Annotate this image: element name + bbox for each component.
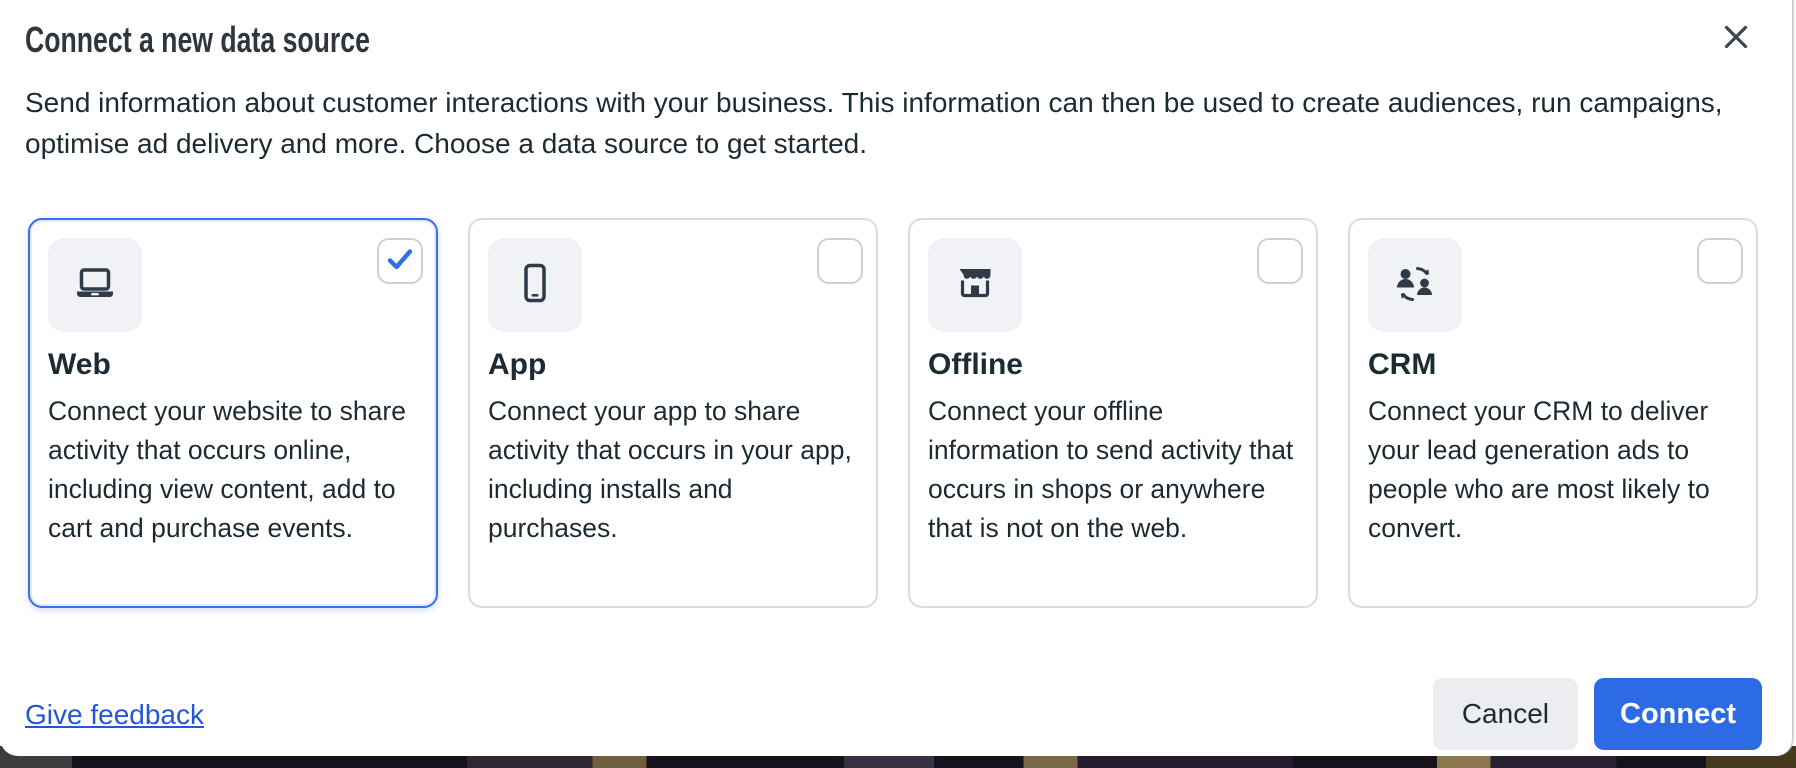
card-description: Connect your app to share activity that … (488, 392, 858, 548)
icon-tile (488, 238, 582, 332)
card-title: Offline (928, 346, 1298, 384)
checkbox-web-checked[interactable] (377, 238, 423, 284)
laptop-icon (71, 259, 119, 312)
data-source-cards: Web Connect your website to share activi… (28, 218, 1758, 608)
icon-tile (928, 238, 1022, 332)
connect-button[interactable]: Connect (1594, 678, 1762, 750)
page-title: Connect a new data source (25, 20, 491, 60)
cancel-button[interactable]: Cancel (1433, 678, 1578, 750)
icon-tile (48, 238, 142, 332)
card-web[interactable]: Web Connect your website to share activi… (28, 218, 438, 608)
icon-tile (1368, 238, 1462, 332)
card-offline[interactable]: Offline Connect your offline information… (908, 218, 1318, 608)
card-title: CRM (1368, 346, 1738, 384)
people-sync-icon (1391, 259, 1439, 312)
close-icon (1719, 20, 1753, 57)
card-app[interactable]: App Connect your app to share activity t… (468, 218, 878, 608)
checkbox-offline-unchecked[interactable] (1257, 238, 1303, 284)
storefront-icon (951, 259, 999, 312)
close-button[interactable] (1716, 18, 1756, 58)
card-title: App (488, 346, 858, 384)
footer-buttons: Cancel Connect (1433, 678, 1762, 750)
dialog-description: Send information about customer interact… (25, 82, 1773, 164)
card-crm[interactable]: CRM Connect your CRM to deliver your lea… (1348, 218, 1758, 608)
checkbox-app-unchecked[interactable] (817, 238, 863, 284)
check-icon (383, 242, 417, 281)
checkbox-crm-unchecked[interactable] (1697, 238, 1743, 284)
card-title: Web (48, 346, 418, 384)
card-description: Connect your website to share activity t… (48, 392, 418, 548)
card-description: Connect your CRM to deliver your lead ge… (1368, 392, 1738, 548)
give-feedback-link[interactable]: Give feedback (25, 699, 204, 731)
mobile-phone-icon (511, 259, 559, 312)
connect-data-source-dialog: Connect a new data source Send informati… (0, 0, 1794, 756)
card-description: Connect your offline information to send… (928, 392, 1298, 548)
